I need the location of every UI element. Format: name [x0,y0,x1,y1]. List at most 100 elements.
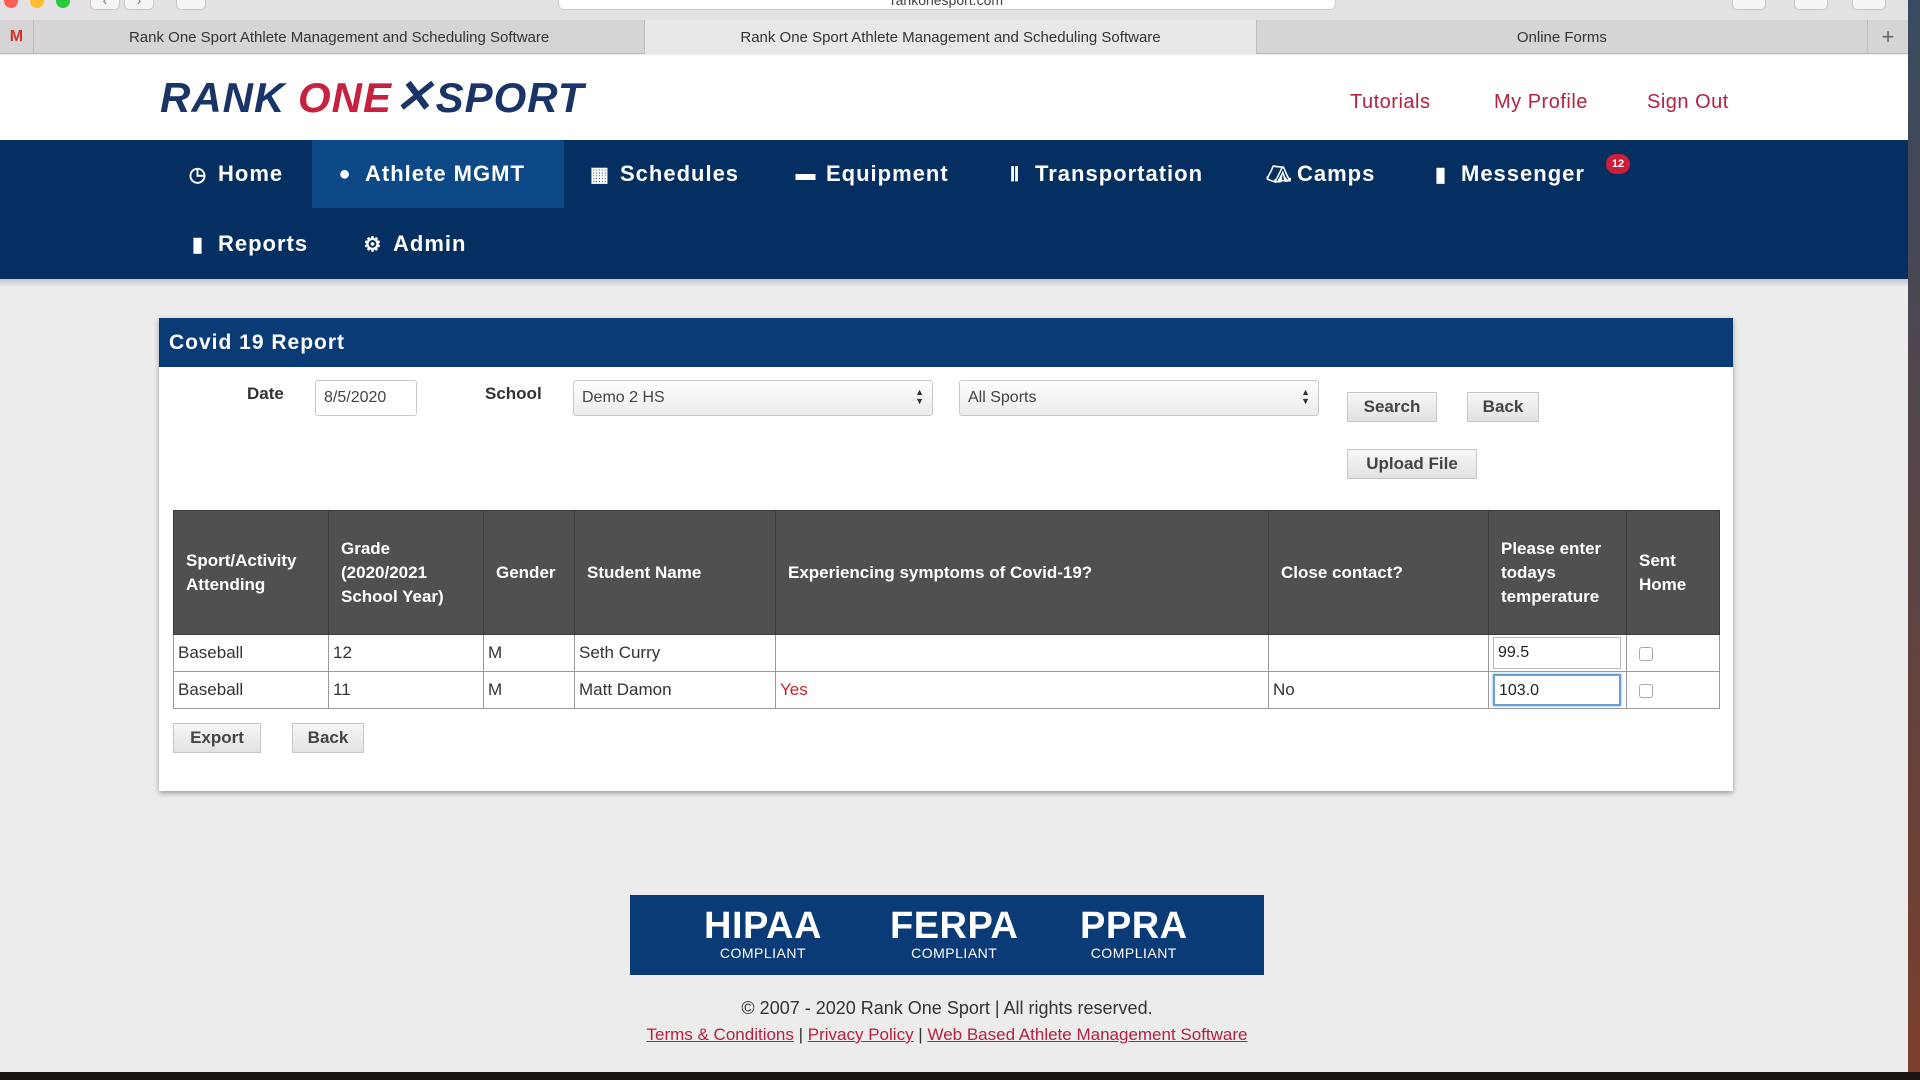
col-close-contact: Close contact? [1268,510,1489,635]
tabs-overview-icon[interactable] [1852,0,1886,10]
cell-gender: M [483,671,575,709]
nav-transportation[interactable]: Ⅱ Transportation [982,140,1225,208]
temperature-input[interactable]: 99.5 [1493,637,1621,669]
col-symptoms: Experiencing symptoms of Covid-19? [775,510,1269,635]
cell-sent-home [1626,634,1720,672]
temperature-input[interactable]: 103.0 [1493,674,1621,706]
nav-home[interactable]: ◷ Home [165,140,305,208]
cell-symptoms [775,634,1269,672]
col-gender: Gender [483,510,575,635]
panel-title: Covid 19 Report [159,318,1733,367]
web-software-link[interactable]: Web Based Athlete Management Software [927,1025,1247,1044]
nav-shadow [0,279,1908,287]
table-header-row: Sport/Activity Attending Grade (2020/202… [173,510,1720,635]
copyright-text: © 2007 - 2020 Rank One Sport | All right… [741,998,1153,1018]
sent-home-checkbox[interactable] [1639,646,1653,661]
nav-camps[interactable]: ⛺︎ Camps [1244,140,1397,208]
share-icon[interactable] [1794,0,1828,10]
covid-report-table: Sport/Activity Attending Grade (2020/202… [173,510,1720,709]
rank-one-sport-logo[interactable]: RANK ONE✕SPORT [160,69,585,123]
document-icon: ▮ [191,233,204,256]
sidebar-toggle-icon[interactable] [176,0,206,10]
select-arrows-icon: ▲ ▼ [1301,387,1310,406]
date-label: Date [247,384,284,403]
tutorials-link[interactable]: Tutorials [1350,91,1430,114]
desktop-background [1908,0,1920,1080]
nav-schedules[interactable]: ▦ Schedules [567,140,761,208]
compliance-banner: HIPAA COMPLIANT FERPA COMPLIANT PPRA COM… [630,895,1264,975]
table-row: Baseball 12 M Seth Curry 99.5 [173,634,1720,672]
cell-student-name: Matt Damon [574,671,776,709]
school-label: School [485,384,542,403]
browser-window: ‹ › rankonesport.com M Rank One Sport At… [0,0,1908,1072]
logo-sport: SPORT [435,74,585,121]
ppra-badge: PPRA COMPLIANT [1080,905,1188,961]
nav-equipment[interactable]: ▬ Equipment [773,140,971,208]
upload-file-button[interactable]: Upload File [1347,449,1477,479]
desktop-background-bottom [0,1072,1920,1080]
footer-links: Terms & Conditions | Privacy Policy | We… [0,1025,1894,1045]
nav-messenger[interactable]: ▮ Messenger [1408,140,1607,208]
cell-temperature: 103.0 [1488,671,1627,709]
gmail-favicon-icon[interactable]: M [0,20,34,54]
col-sport: Sport/Activity Attending [173,510,329,635]
hipaa-badge: HIPAA COMPLIANT [704,905,822,961]
privacy-link[interactable]: Privacy Policy [808,1025,914,1044]
date-input[interactable]: 8/5/2020 [315,380,417,416]
tab-rank-one-1[interactable]: Rank One Sport Athlete Management and Sc… [34,20,646,54]
col-grade: Grade (2020/2021 School Year) [328,510,484,635]
messenger-count-badge: 12 [1606,154,1630,174]
footer-separator: | [793,1025,808,1044]
close-window-button[interactable] [4,0,18,8]
sign-out-link[interactable]: Sign Out [1647,91,1729,114]
export-button[interactable]: Export [173,723,261,753]
col-sent-home: Sent Home [1626,510,1720,635]
search-button[interactable]: Search [1347,392,1437,422]
covid-report-panel: Covid 19 Report Date 8/5/2020 School Dem… [159,318,1733,791]
sent-home-checkbox[interactable] [1639,683,1653,698]
site-header: RANK ONE✕SPORT Tutorials My Profile Sign… [0,55,1908,140]
download-icon[interactable] [1732,0,1766,10]
table-row: Baseball 11 M Matt Damon Yes No 103.0 [173,671,1720,709]
cell-sent-home [1626,671,1720,709]
cell-sport: Baseball [173,671,329,709]
url-bar[interactable]: rankonesport.com [558,0,1336,10]
sport-select[interactable]: All Sports ▲ ▼ [959,380,1319,416]
cell-symptoms: Yes [775,671,1269,709]
tab-online-forms[interactable]: Online Forms [1257,20,1869,54]
cell-close-contact [1268,634,1489,672]
tab-rank-one-2[interactable]: Rank One Sport Athlete Management and Sc… [645,20,1257,54]
tab-strip: M Rank One Sport Athlete Management and … [0,20,1908,54]
nav-athlete-mgmt[interactable]: ● Athlete MGMT [312,140,564,208]
back-button-bottom[interactable]: Back [292,723,364,753]
nav-admin[interactable]: ⚙ Admin [340,210,488,278]
dashboard-icon: ◷ [188,163,208,186]
briefcase-icon: ▬ [795,162,817,185]
zoom-window-button[interactable] [56,0,70,8]
logo-one: ONE [298,74,393,121]
select-arrows-icon: ▲ ▼ [915,387,924,406]
minimize-window-button[interactable] [30,0,44,8]
cell-grade: 11 [328,671,484,709]
footer-separator: | [913,1025,928,1044]
cell-gender: M [483,634,575,672]
road-icon: Ⅱ [1009,163,1021,186]
nav-reports[interactable]: ▮ Reports [165,210,330,278]
new-tab-button[interactable]: + [1868,20,1908,54]
cell-sport: Baseball [173,634,329,672]
my-profile-link[interactable]: My Profile [1494,91,1588,114]
terms-link[interactable]: Terms & Conditions [647,1025,794,1044]
logo-rank: RANK [160,74,298,121]
back-button-top[interactable]: Back [1467,392,1539,422]
col-temperature: Please enter todays temperature [1488,510,1627,635]
tent-icon: ⛺︎ [1266,163,1293,186]
cell-close-contact: No [1268,671,1489,709]
school-select[interactable]: Demo 2 HS ▲ ▼ [573,380,933,416]
calendar-icon: ▦ [590,163,610,186]
document-icon: ▮ [1434,163,1447,186]
user-icon: ● [338,162,352,185]
forward-nav-icon[interactable]: › [124,0,154,10]
logo-cross-icon: ✕ [394,70,434,122]
back-nav-icon[interactable]: ‹ [90,0,120,10]
ferpa-badge: FERPA COMPLIANT [890,905,1019,961]
